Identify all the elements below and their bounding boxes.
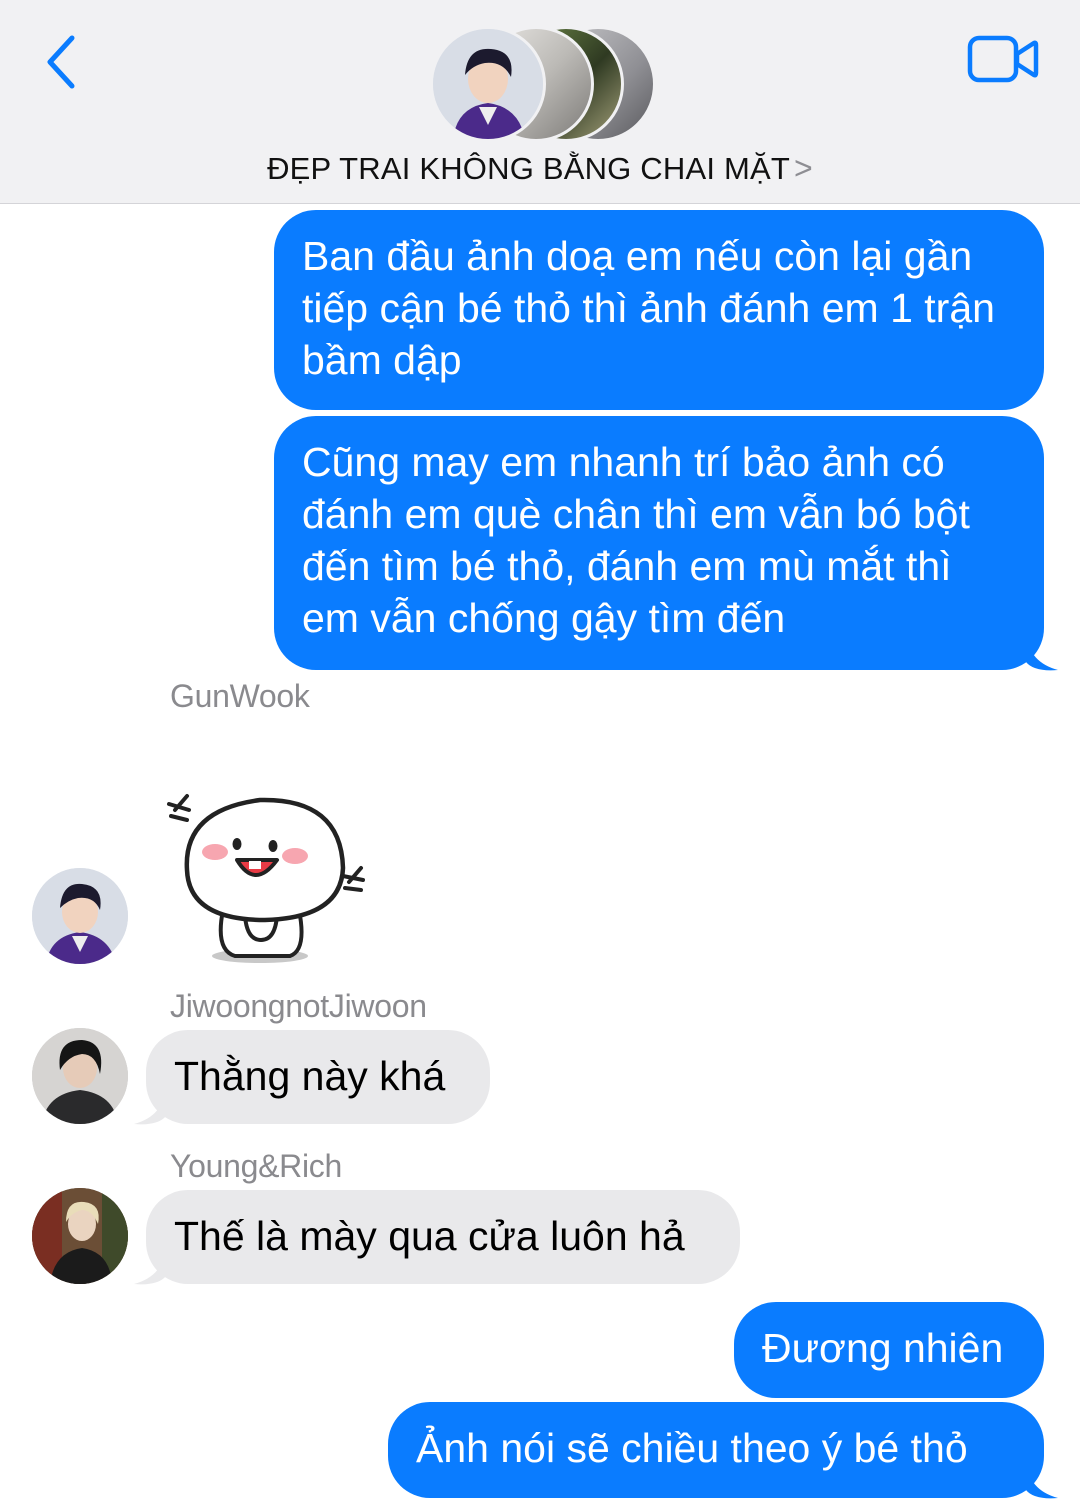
bubble-tail bbox=[1026, 632, 1058, 671]
outgoing-message[interactable]: Ban đầu ảnh doạ em nếu còn lại gần tiếp … bbox=[274, 210, 1044, 410]
outgoing-message[interactable]: Đương nhiên bbox=[734, 1302, 1044, 1398]
outgoing-message[interactable]: Cũng may em nhanh trí bảo ảnh có đánh em… bbox=[274, 416, 1044, 670]
chevron-right-icon: > bbox=[794, 150, 813, 186]
conversation-header: ĐẸP TRAI KHÔNG BẰNG CHAI MẶT > bbox=[0, 0, 1080, 204]
video-call-button[interactable] bbox=[966, 34, 1040, 84]
bubble-tail bbox=[134, 1086, 166, 1125]
group-member-avatar bbox=[430, 26, 546, 142]
message-text: Ban đầu ảnh doạ em nếu còn lại gần tiếp … bbox=[302, 233, 995, 383]
sender-avatar[interactable] bbox=[32, 1028, 128, 1124]
incoming-message[interactable]: Thằng này khá bbox=[146, 1030, 490, 1124]
sender-name: GunWook bbox=[170, 678, 310, 714]
sender-avatar[interactable] bbox=[32, 1188, 128, 1284]
group-name: ĐẸP TRAI KHÔNG BẰNG CHAI MẶT bbox=[267, 151, 791, 186]
message-text: Đương nhiên bbox=[762, 1325, 1004, 1371]
back-button[interactable] bbox=[36, 32, 86, 92]
group-avatar-stack[interactable] bbox=[430, 26, 660, 142]
sender-avatar[interactable] bbox=[32, 868, 128, 964]
message-text: Thằng này khá bbox=[174, 1053, 446, 1099]
message-text: Thế là mày qua cửa luôn hả bbox=[174, 1213, 685, 1259]
message-text: Ảnh nói sẽ chiều theo ý bé thỏ bbox=[416, 1425, 968, 1471]
chevron-left-icon bbox=[47, 35, 75, 89]
sender-name: Young&Rich bbox=[170, 1148, 342, 1184]
bubble-tail bbox=[134, 1246, 166, 1285]
bubble-tail bbox=[1026, 1460, 1058, 1499]
video-camera-icon bbox=[967, 35, 1039, 83]
incoming-message[interactable]: Thế là mày qua cửa luôn hả bbox=[146, 1190, 740, 1284]
message-text: Cũng may em nhanh trí bảo ảnh có đánh em… bbox=[302, 439, 970, 641]
group-name-button[interactable]: ĐẸP TRAI KHÔNG BẰNG CHAI MẶT > bbox=[0, 150, 1080, 187]
outgoing-message[interactable]: Ảnh nói sẽ chiều theo ý bé thỏ bbox=[388, 1402, 1044, 1498]
smiling-bean-sticker[interactable] bbox=[165, 790, 380, 970]
sender-name: JiwoongnotJiwoon bbox=[170, 988, 427, 1024]
